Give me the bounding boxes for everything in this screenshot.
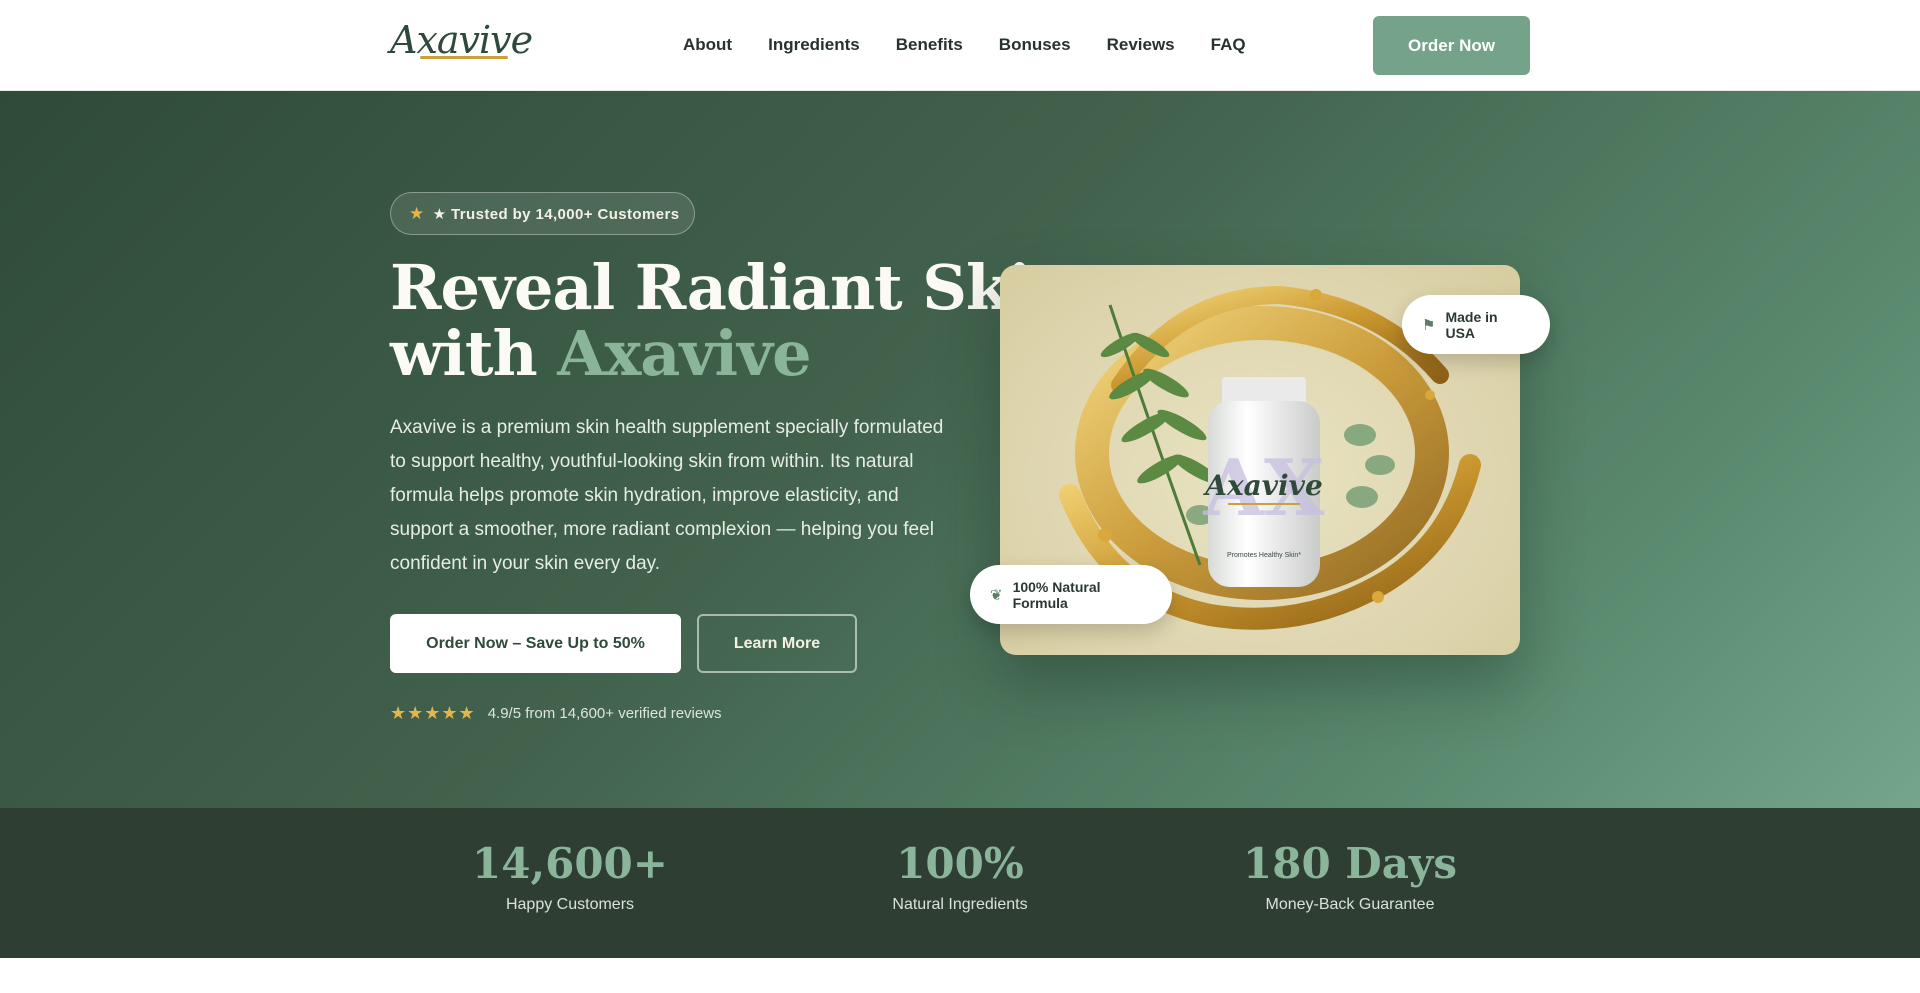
hero-description: Axavive is a premium skin health supplem… [390, 417, 944, 574]
nav-link-about[interactable]: About [683, 35, 732, 55]
nav-link-reviews[interactable]: Reviews [1107, 35, 1175, 55]
bottle-tagline: Promotes Healthy Skin* [1227, 552, 1301, 559]
stat-value: 100% [896, 839, 1024, 888]
logo-underline [420, 56, 508, 59]
headline-with: with [390, 317, 538, 390]
leaf-icon: ❦ [990, 586, 1003, 604]
stat-value: 180 Days [1243, 839, 1457, 888]
star-icon: ★ [409, 203, 425, 223]
hero-headline: Reveal Radiant Skin with Axavive [390, 255, 1076, 390]
stat-happy-customers: 14,600+ Happy Customers [420, 838, 720, 914]
page-below-fold [0, 958, 1920, 993]
stat-money-back: 180 Days Money-Back Guarantee [1200, 838, 1500, 914]
trust-badge-text: ★ Trusted by 14,000+ Customers [432, 205, 680, 223]
nav-link-bonuses[interactable]: Bonuses [999, 35, 1071, 55]
headline-brand-accent: Axavive [557, 317, 811, 390]
trust-badge: ★ ★ Trusted by 14,000+ Customers [390, 192, 695, 235]
stat-label: Happy Customers [505, 896, 635, 913]
hero-section: ★ ★ Trusted by 14,000+ Customers Reveal … [0, 91, 1920, 808]
made-in-usa-badge: ⚑ Made in USA [1402, 295, 1550, 354]
made-in-usa-text: Made in USA [1445, 308, 1498, 341]
stat-label: Natural Ingredients [892, 896, 1028, 913]
rating-row: ★★★★★ 4.9/5 from 14,600+ verified review… [390, 703, 722, 724]
bottle-brand: Axavive [1202, 469, 1323, 502]
natural-formula-text: 100% Natural Formula [1012, 578, 1101, 611]
rating-text: 4.9/5 from 14,600+ verified reviews [487, 705, 722, 722]
nav-links: About Ingredients Benefits Bonuses Revie… [683, 35, 1246, 55]
nav-link-faq[interactable]: FAQ [1211, 35, 1246, 55]
stat-natural-ingredients: 100% Natural Ingredients [810, 838, 1110, 914]
stat-value: 14,600+ [472, 839, 668, 888]
flag-icon: ⚑ [1422, 316, 1436, 334]
rating-stars-icon: ★★★★★ [390, 703, 476, 723]
nav-link-benefits[interactable]: Benefits [896, 35, 963, 55]
top-navigation: Axavive About Ingredients Benefits Bonus… [0, 0, 1920, 91]
stats-bar: 14,600+ Happy Customers 100% Natural Ing… [0, 808, 1920, 958]
nav-order-now-button[interactable]: Order Now [1373, 16, 1530, 75]
headline-line-1: Reveal Radiant Skin [390, 251, 1076, 324]
natural-formula-badge: ❦ 100% Natural Formula [970, 565, 1172, 624]
nav-link-ingredients[interactable]: Ingredients [768, 35, 860, 55]
learn-more-button[interactable]: Learn More [697, 614, 857, 673]
stat-label: Money-Back Guarantee [1265, 896, 1435, 913]
order-now-save-button[interactable]: Order Now – Save Up to 50% [390, 614, 681, 673]
